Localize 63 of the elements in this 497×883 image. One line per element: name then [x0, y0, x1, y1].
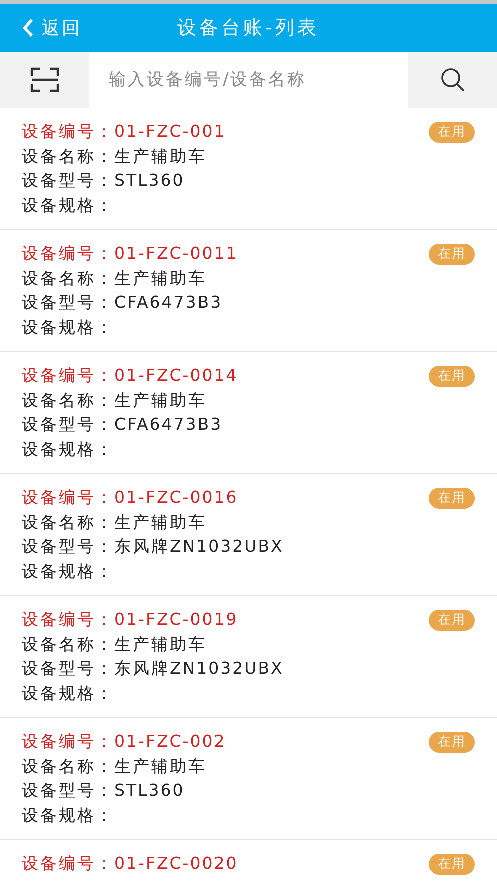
- field-label: 设备规格：: [22, 318, 114, 336]
- field-value: 生产辅助车: [114, 634, 207, 654]
- field-label: 设备型号：: [22, 293, 114, 312]
- field-label: 设备编号：: [22, 244, 114, 263]
- status-badge: 在用: [429, 610, 475, 631]
- equipment-card[interactable]: 设备编号：01-FZC-0019 在用 设备名称：生产辅助车 设备型号：东风牌ZN1032UBX 设备规格：: [0, 596, 497, 718]
- field-label: 设备规格：: [22, 684, 114, 702]
- field-label: 设备型号：: [22, 171, 114, 190]
- field-label: 设备规格：: [22, 562, 114, 580]
- field-value: 生产辅助车: [114, 390, 207, 410]
- equipment-card[interactable]: 设备编号：01-FZC-0016 在用 设备名称：生产辅助车 设备型号：东风牌ZN1032UBX 设备规格：: [0, 474, 497, 596]
- field-value: 生产辅助车: [114, 756, 207, 776]
- field-label: 设备名称：: [22, 756, 114, 776]
- field-value: STL360: [114, 781, 185, 800]
- field-label: 设备编号：: [22, 366, 114, 385]
- field-value: 生产辅助车: [114, 146, 207, 166]
- status-badge: 在用: [429, 366, 475, 387]
- field-value: CFA6473B3: [114, 415, 223, 434]
- field-label: 设备名称：: [22, 268, 114, 288]
- field-label: 设备名称：: [22, 512, 114, 532]
- equipment-card[interactable]: 设备编号：01-FZC-001 在用 设备名称：生产辅助车 设备型号：STL360 设备规格：: [0, 108, 497, 230]
- field-label: 设备规格：: [22, 440, 114, 458]
- equipment-code: 01-FZC-0016: [114, 488, 238, 507]
- search-field[interactable]: 输入设备编号/设备名称: [89, 52, 408, 108]
- scan-icon: [30, 67, 60, 93]
- field-label: 设备型号：: [22, 537, 114, 556]
- status-badge: 在用: [429, 244, 475, 265]
- equipment-code: 01-FZC-0014: [114, 366, 238, 385]
- field-label: 设备编号：: [22, 122, 114, 141]
- field-value: 生产辅助车: [114, 512, 207, 532]
- field-label: 设备规格：: [22, 196, 114, 214]
- page-title: 设备台账-列表: [178, 16, 320, 41]
- status-badge: 在用: [429, 488, 475, 509]
- field-label: 设备编号：: [22, 854, 114, 873]
- field-value: STL360: [114, 171, 185, 190]
- equipment-card[interactable]: 设备编号：01-FZC-0014 在用 设备名称：生产辅助车 设备型号：CFA6473B3 设备规格：: [0, 352, 497, 474]
- field-value: 生产辅助车: [114, 268, 207, 288]
- field-label: 设备型号：: [22, 415, 114, 434]
- status-badge: 在用: [429, 732, 475, 753]
- equipment-code: 01-FZC-0020: [114, 854, 238, 873]
- field-label: 设备型号：: [22, 659, 114, 678]
- back-icon: [22, 18, 34, 38]
- equipment-code: 01-FZC-001: [114, 122, 226, 141]
- field-label: 设备名称：: [22, 146, 114, 166]
- field-label: 设备编号：: [22, 488, 114, 507]
- field-value: 东风牌ZN1032UBX: [114, 659, 284, 678]
- field-label: 设备名称：: [22, 634, 114, 654]
- status-badge: 在用: [429, 122, 475, 143]
- equipment-code: 01-FZC-0011: [114, 244, 238, 263]
- field-value: 东风牌ZN1032UBX: [114, 537, 284, 556]
- equipment-card[interactable]: 设备编号：01-FZC-0020 在用: [0, 840, 497, 883]
- field-label: 设备名称：: [22, 390, 114, 410]
- field-label: 设备编号：: [22, 732, 114, 751]
- field-label: 设备编号：: [22, 610, 114, 629]
- field-value: CFA6473B3: [114, 293, 223, 312]
- equipment-card[interactable]: 设备编号：01-FZC-0011 在用 设备名称：生产辅助车 设备型号：CFA6473B3 设备规格：: [0, 230, 497, 352]
- equipment-code: 01-FZC-002: [114, 732, 226, 751]
- equipment-card[interactable]: 设备编号：01-FZC-002 在用 设备名称：生产辅助车 设备型号：STL360 设备规格：: [0, 718, 497, 840]
- search-icon: [440, 67, 466, 93]
- equipment-code: 01-FZC-0019: [114, 610, 238, 629]
- field-label: 设备规格：: [22, 806, 114, 824]
- status-badge: 在用: [429, 854, 475, 875]
- field-label: 设备型号：: [22, 781, 114, 800]
